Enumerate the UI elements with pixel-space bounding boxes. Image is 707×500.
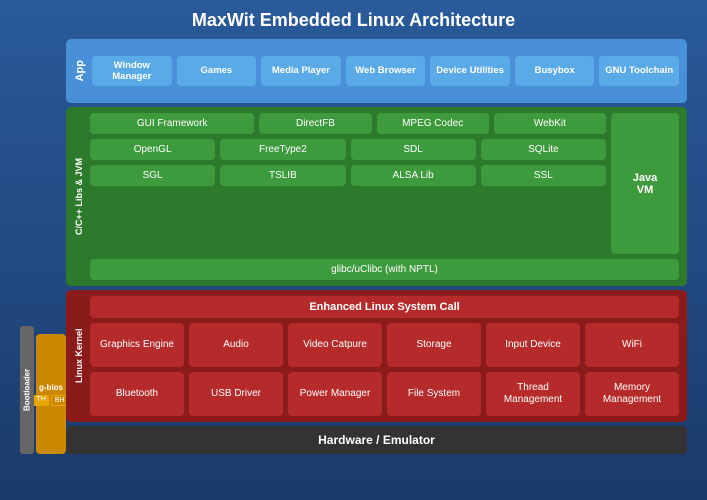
gbios-box: g-bios TH BH xyxy=(36,334,66,454)
app-item-gnu-toolchain: GNU Toolchain xyxy=(599,56,679,87)
kernel-row2: Bluetooth USB Driver Power Manager File … xyxy=(90,372,679,416)
app-item-device-utilities: Device Utilities xyxy=(430,56,510,87)
main-container: MaxWit Embedded Linux Architecture Bootl… xyxy=(0,0,707,500)
lib-mpeg-codec: MPEG Codec xyxy=(377,113,489,134)
libs-row2: OpenGL FreeType2 SDL SQLite xyxy=(90,139,606,160)
libs-row1: GUI Framework DirectFB MPEG Codec WebKit xyxy=(90,113,606,134)
lib-opengl: OpenGL xyxy=(90,139,215,160)
kernel-memory-management: Memory Management xyxy=(585,372,679,416)
kernel-layer: Linux Kernel Enhanced Linux System Call … xyxy=(66,290,687,422)
lib-alsa: ALSA Lib xyxy=(351,165,476,186)
kernel-wifi: WiFi xyxy=(585,323,679,367)
app-item-window-manager: Window Manager xyxy=(92,56,172,87)
kernel-input-device: Input Device xyxy=(486,323,580,367)
app-item-games: Games xyxy=(177,56,257,87)
app-item-busybox: Busybox xyxy=(515,56,595,87)
libs-grid: GUI Framework DirectFB MPEG Codec WebKit… xyxy=(90,113,606,254)
enhanced-bar: Enhanced Linux System Call xyxy=(90,296,679,318)
lib-javavm: Java VM xyxy=(611,113,679,254)
lib-freetype2: FreeType2 xyxy=(220,139,345,160)
libs-row3: SGL TSLIB ALSA Lib SSL xyxy=(90,165,606,186)
hardware-bar: Hardware / Emulator xyxy=(66,426,687,454)
libs-layer: C/C++ Libs & JVM GUI Framework DirectFB … xyxy=(66,107,687,286)
kernel-thread-management: Thread Management xyxy=(486,372,580,416)
app-layer: App Window Manager Games Media Player We… xyxy=(66,39,687,103)
kernel-audio: Audio xyxy=(189,323,283,367)
badge-th: TH xyxy=(33,395,48,406)
lib-gui-framework: GUI Framework xyxy=(90,113,254,134)
kernel-power-manager: Power Manager xyxy=(288,372,382,416)
kernel-storage: Storage xyxy=(387,323,481,367)
lib-ssl: SSL xyxy=(481,165,606,186)
libs-layer-label: C/C++ Libs & JVM xyxy=(74,113,84,280)
libs-content: GUI Framework DirectFB MPEG Codec WebKit… xyxy=(90,113,679,280)
kernel-graphics-engine: Graphics Engine xyxy=(90,323,184,367)
lib-sdl: SDL xyxy=(351,139,476,160)
lib-tslib: TSLIB xyxy=(220,165,345,186)
app-item-web-browser: Web Browser xyxy=(346,56,426,87)
badge-row: TH BH xyxy=(33,395,68,406)
kernel-content: Enhanced Linux System Call Graphics Engi… xyxy=(90,296,679,416)
libs-main: GUI Framework DirectFB MPEG Codec WebKit… xyxy=(90,113,679,254)
lib-sgl: SGL xyxy=(90,165,215,186)
gbios-label: g-bios xyxy=(39,383,63,392)
lib-directfb: DirectFB xyxy=(259,113,371,134)
kernel-layer-label: Linux Kernel xyxy=(74,296,84,416)
kernel-video-capture: Video Catpure xyxy=(288,323,382,367)
kernel-row1: Graphics Engine Audio Video Catpure Stor… xyxy=(90,323,679,367)
kernel-bluetooth: Bluetooth xyxy=(90,372,184,416)
app-items: Window Manager Games Media Player Web Br… xyxy=(92,56,679,87)
lib-sqlite: SQLite xyxy=(481,139,606,160)
kernel-file-system: File System xyxy=(387,372,481,416)
app-layer-label: App xyxy=(74,60,86,81)
app-item-media-player: Media Player xyxy=(261,56,341,87)
kernel-usb-driver: USB Driver xyxy=(189,372,283,416)
page-title: MaxWit Embedded Linux Architecture xyxy=(20,10,687,31)
bootloader-label: Bootloader xyxy=(20,326,34,454)
lib-glibc: glibc/uClibc (with NPTL) xyxy=(90,259,679,280)
lib-webkit: WebKit xyxy=(494,113,606,134)
